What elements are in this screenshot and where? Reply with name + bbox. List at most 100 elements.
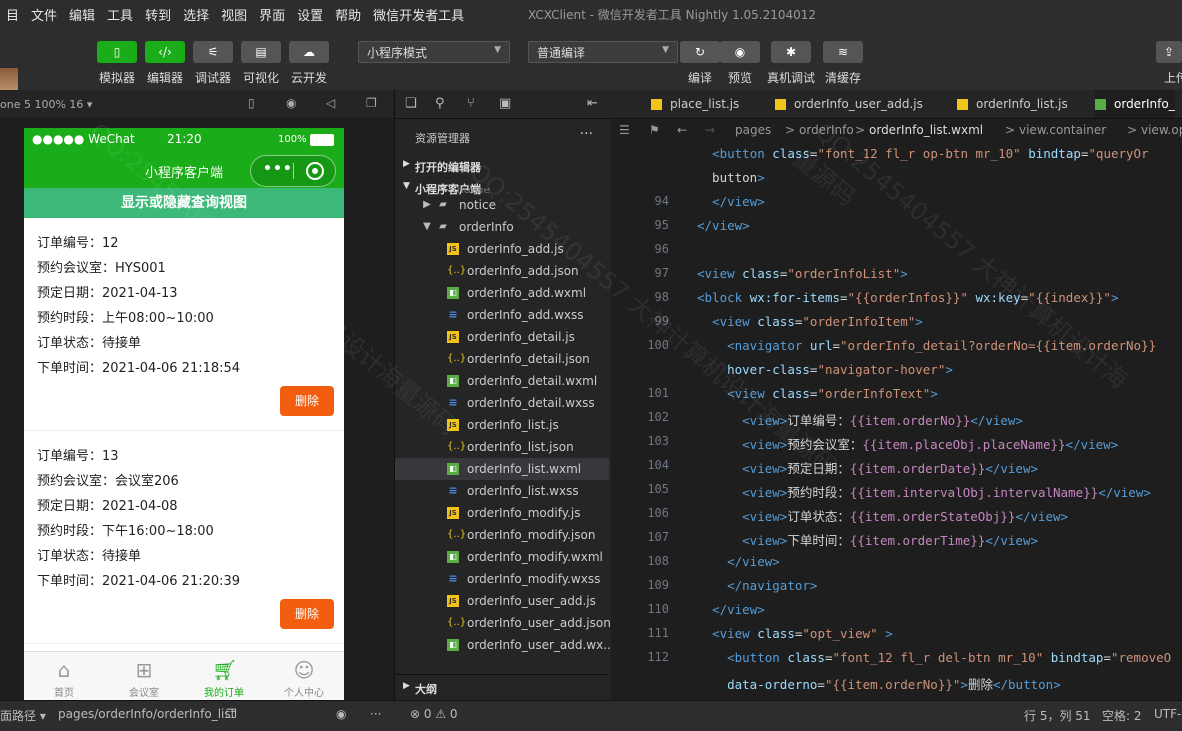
menu-item[interactable]: 目 [0, 5, 25, 24]
page-path-select[interactable]: 面路径 ▾ [0, 707, 46, 724]
code-line[interactable]: data-orderno="{{item.orderNo}}">删除</butt… [611, 670, 1182, 694]
menu-item[interactable]: 视图 [215, 5, 253, 24]
toolbar-button-label[interactable]: 预览 [712, 69, 768, 86]
phone-rotate-icon[interactable]: ▯ [248, 96, 255, 110]
file-item[interactable]: JS orderInfo_user_add.js [395, 590, 609, 612]
outline-section[interactable]: ▶ 大纲 [395, 674, 609, 701]
code-line[interactable]: 109 </navigator> [611, 574, 1182, 598]
file-item[interactable]: ≡ orderInfo_modify.wxss [395, 568, 609, 590]
menu-item[interactable]: 编辑 [63, 5, 101, 24]
code-line[interactable]: 94 </view> [611, 190, 1182, 214]
back-icon[interactable]: ← [677, 123, 687, 137]
tab-home[interactable]: ⌂ 首页 [24, 652, 104, 700]
record-icon[interactable]: ◉ [286, 96, 296, 110]
menu-item[interactable]: 微信开发者工具 [367, 5, 470, 24]
toolbar-button-label[interactable]: 清缓存 [815, 69, 871, 86]
collapse-panel-icon[interactable]: ⇤ [587, 96, 598, 111]
file-item[interactable]: ◧ orderInfo_modify.wxml [395, 546, 609, 568]
toggle-query-view-button[interactable]: 显示或隐藏查询视图 [24, 188, 344, 218]
capsule-menu[interactable]: ••• [250, 155, 336, 187]
compile-select[interactable]: 普通编译 ▼ [528, 41, 678, 63]
encoding[interactable]: UTF-8 [1154, 707, 1182, 721]
file-item[interactable]: {..} orderInfo_detail.json [395, 348, 609, 370]
toggle-sidebar-icon[interactable]: ☰ [619, 123, 630, 137]
upload-icon[interactable]: ⇪ [1156, 41, 1182, 63]
file-item[interactable]: ◧ orderInfo_detail.wxml [395, 370, 609, 392]
order-card[interactable]: 订单编号：12 预约会议室：HYS001 预定日期：2021-04-13 预约时段：上… [24, 218, 344, 431]
editor-tab[interactable]: place_list.js [651, 90, 739, 118]
code-line[interactable]: 111 <view class="opt_view" > [611, 622, 1182, 646]
tab-cart[interactable]: 🛒︎ 我的订单 [184, 652, 264, 700]
close-target-icon[interactable] [306, 162, 324, 180]
file-item[interactable]: ≡ orderInfo_detail.wxss [395, 392, 609, 414]
toolbar-button-label[interactable]: 编辑器 [143, 69, 187, 86]
cloud-icon[interactable]: ☁ [289, 41, 329, 63]
folder-item[interactable]: ▶ ▰ notice [395, 194, 609, 216]
layers-icon[interactable]: ≋ [823, 41, 863, 63]
volume-icon[interactable]: ◁ [326, 96, 335, 110]
breadcrumb-item[interactable]: orderInfo_list.wxml [869, 123, 983, 137]
problems-count[interactable]: ⊗ 0 ⚠ 0 [410, 707, 458, 721]
tab-user[interactable]: ☺ 个人中心 [264, 652, 344, 700]
menu-item[interactable]: 工具 [101, 5, 139, 24]
code-line[interactable]: 98 <block wx:for-items="{{orderInfos}}" w… [611, 286, 1182, 310]
file-item[interactable]: ◧ orderInfo_add.wxml [395, 282, 609, 304]
editor-tab[interactable]: orderInfo_ [1095, 90, 1175, 118]
git-icon[interactable]: ⑂ [467, 96, 475, 111]
refresh-icon[interactable]: ↻ [680, 41, 720, 63]
indent-spaces[interactable]: 空格: 2 [1102, 707, 1142, 724]
code-line[interactable]: 110 </view> [611, 598, 1182, 622]
delete-button[interactable]: 删除 [280, 599, 334, 629]
tab-grid[interactable]: ⊞ 会议室 [104, 652, 184, 700]
layout-icon[interactable]: ▤ [241, 41, 281, 63]
editor-tab[interactable]: orderInfo_user_add.js [775, 90, 923, 118]
files-icon[interactable]: ❏ [405, 96, 417, 111]
code-line[interactable]: 103 <view>预约会议室：{{item.placeObj.placeNam… [611, 430, 1182, 454]
code-line[interactable]: 105 <view>预约时段：{{item.intervalObj.interv… [611, 478, 1182, 502]
breadcrumb-item[interactable]: pages [735, 123, 771, 137]
bookmark-icon[interactable]: ⚑ [649, 123, 660, 137]
eye-icon[interactable]: ◉ [336, 707, 346, 721]
file-item[interactable]: {..} orderInfo_list.json [395, 436, 609, 458]
file-item[interactable]: JS orderInfo_add.js [395, 238, 609, 260]
code-lines[interactable]: <button class="font_12 fl_r op-btn mr_10… [611, 142, 1182, 700]
copy-icon[interactable]: ❐ [226, 707, 237, 721]
toolbar-button-label[interactable]: 云开发 [287, 69, 331, 86]
breadcrumb-item[interactable]: view.opt [1141, 123, 1182, 137]
explorer-more-icon[interactable]: ··· [580, 126, 593, 142]
order-card[interactable]: 订单编号：13 预约会议室：会议室206 预定日期：2021-04-08 预约时段：下… [24, 431, 344, 644]
search-icon[interactable]: ⚲ [435, 96, 445, 111]
code-line[interactable]: 100 <navigator url="orderInfo_detail?ord… [611, 334, 1182, 358]
debug-icon[interactable]: ⚟ [193, 41, 233, 63]
breadcrumb-item[interactable]: orderInfo [799, 123, 854, 137]
menu-item[interactable]: 选择 [177, 5, 215, 24]
file-item[interactable]: {..} orderInfo_modify.json [395, 524, 609, 546]
code-line[interactable]: 95 </view> [611, 214, 1182, 238]
code-line[interactable]: 112 <button class="font_12 fl_r del-btn … [611, 646, 1182, 670]
breadcrumb-item[interactable]: view.container [1019, 123, 1106, 137]
code-line[interactable]: hover-class="navigator-hover"> [611, 358, 1182, 382]
bug-icon[interactable]: ✱ [771, 41, 811, 63]
code-line[interactable]: 101 <view class="orderInfoText"> [611, 382, 1182, 406]
eye-icon[interactable]: ◉ [720, 41, 760, 63]
code-line[interactable]: <button class="font_12 fl_r op-btn mr_10… [611, 142, 1182, 166]
folder-item[interactable]: ▼ ▰ orderInfo [395, 216, 609, 238]
extensions-icon[interactable]: ▣ [499, 96, 511, 111]
code-line[interactable]: button> [611, 166, 1182, 190]
file-item[interactable]: {..} orderInfo_add.json [395, 260, 609, 282]
mode-select[interactable]: 小程序模式 ▼ [358, 41, 510, 63]
code-icon[interactable]: ‹/› [145, 41, 185, 63]
toolbar-button-label[interactable]: 真机调试 [763, 69, 819, 86]
editor-tab[interactable]: orderInfo_list.js [957, 90, 1068, 118]
code-line[interactable]: 106 <view>订单状态：{{item.orderStateObj}}</v… [611, 502, 1182, 526]
code-line[interactable]: 99 <view class="orderInfoItem"> [611, 310, 1182, 334]
code-line[interactable]: 102 <view>订单编号：{{item.orderNo}}</view> [611, 406, 1182, 430]
menu-item[interactable]: 帮助 [329, 5, 367, 24]
page-path[interactable]: pages/orderInfo/orderInfo_list [58, 707, 235, 721]
toolbar-button-label[interactable]: 可视化 [239, 69, 283, 86]
file-item[interactable]: ≡ orderInfo_list.wxss [395, 480, 609, 502]
code-line[interactable]: 108 </view> [611, 550, 1182, 574]
code-line[interactable]: 96 [611, 238, 1182, 262]
file-item[interactable]: JS orderInfo_list.js [395, 414, 609, 436]
cursor-position[interactable]: 行 5，列 51 [1024, 707, 1091, 724]
